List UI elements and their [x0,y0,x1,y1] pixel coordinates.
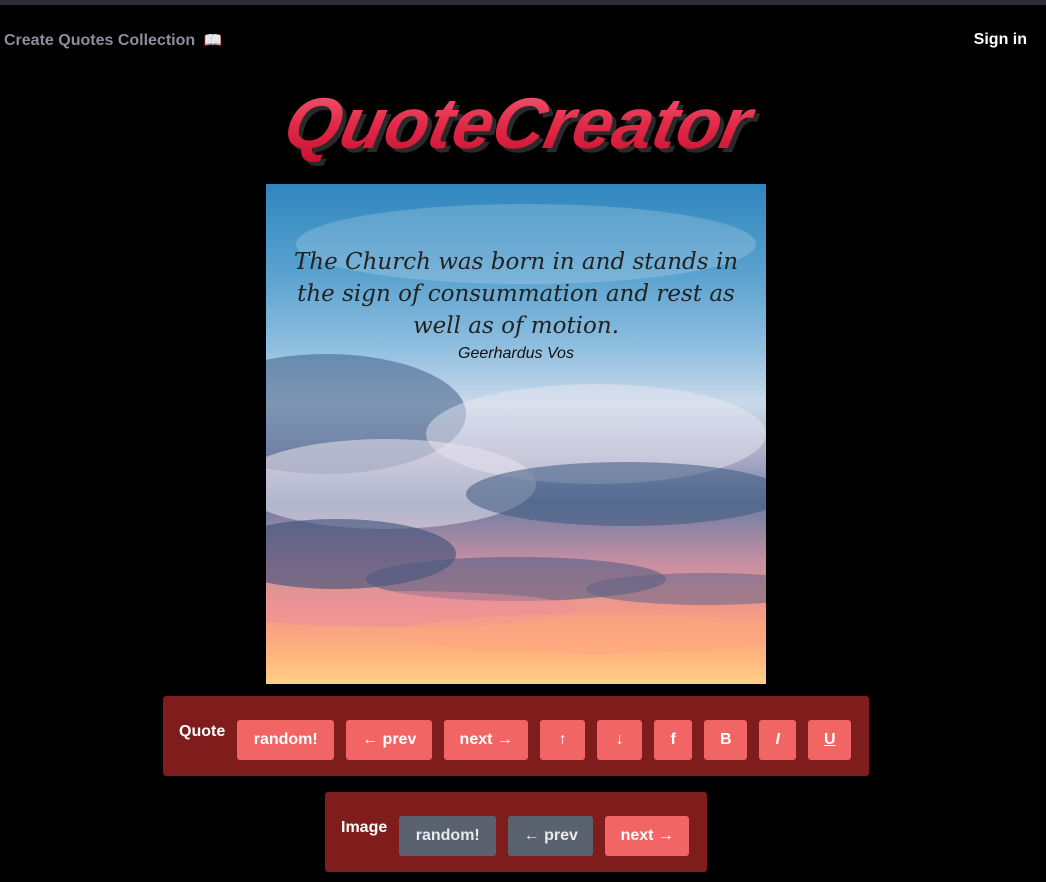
quote-next-button[interactable]: next → [444,720,529,760]
create-collection-link[interactable]: Create Quotes Collection 📖 [4,31,222,50]
bold-button[interactable]: B [704,720,748,760]
image-random-button[interactable]: random! [399,816,497,856]
sign-in-link[interactable]: Sign in [974,31,1027,49]
create-collection-label: Create Quotes Collection [4,32,196,49]
window-top-edge [0,0,1046,5]
underline-button-label: U [823,731,836,748]
quote-controls-label: Quote [179,723,226,740]
quote-controls-panel: Quote random! ← prev next → ↑ ↓ f B I U [163,696,869,776]
quote-image-canvas: The Church was born in and stands in the… [266,184,766,684]
italic-button[interactable]: I [759,720,797,760]
quote-text: The Church was born in and stands in the… [293,249,739,339]
image-next-button[interactable]: next → [605,816,690,856]
quote-prev-button[interactable]: ← prev [346,720,433,760]
image-prev-button[interactable]: ← prev [508,816,594,856]
open-book-icon: 📖 [203,32,223,49]
logo-text: QuoteCreator [277,86,762,164]
quote-author: Geerhardus Vos [458,345,574,362]
image-controls-panel: Image random! ← prev next → [325,792,707,872]
move-up-button[interactable]: ↑ [540,720,586,760]
image-controls-label: Image [341,819,388,836]
underline-button[interactable]: U [808,720,852,760]
font-button[interactable]: f [654,720,693,760]
move-down-button[interactable]: ↓ [597,720,643,760]
quote-random-button[interactable]: random! [237,720,335,760]
quotecreator-logo: QuoteCreator QuoteCreator [277,86,766,166]
